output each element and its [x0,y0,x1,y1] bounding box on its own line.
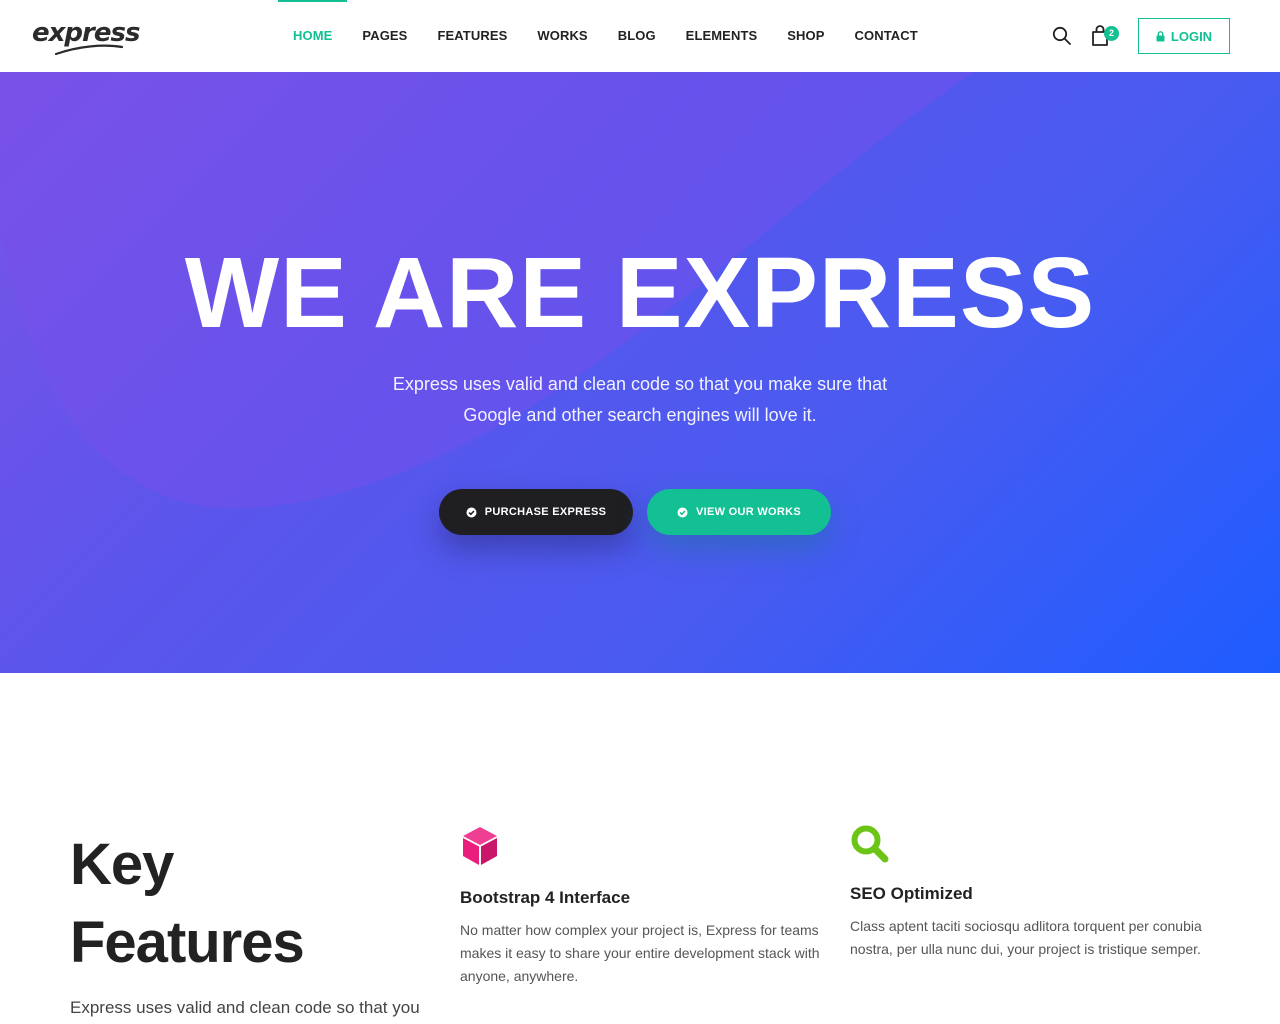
login-button[interactable]: LOGIN [1138,18,1230,54]
purchase-express-button[interactable]: PURCHASE EXPRESS [439,489,633,535]
hero-subtitle-line: Express uses valid and clean code so tha… [392,374,888,394]
login-label: LOGIN [1170,28,1213,44]
key-features-title-line: Features [70,910,305,975]
nav-item-pages[interactable]: PAGES [347,0,422,72]
nav-item-blog[interactable]: BLOG [603,0,671,72]
nav-item-home[interactable]: HOME [278,0,348,72]
hero-subtitle: Express uses valid and clean code so tha… [370,369,910,431]
nav-item-features[interactable]: FEATURES [422,0,522,72]
key-features-description: Express uses valid and clean code so tha… [70,998,420,1017]
feature-card-seo: SEO Optimized Class aptent taciti socios… [850,824,1220,961]
feature-text: No matter how complex your project is, E… [460,922,820,984]
main-nav: HOME PAGES FEATURES WORKS BLOG ELEMENTS … [278,0,933,72]
purchase-express-label: PURCHASE EXPRESS [484,506,607,518]
magnifier-icon [851,825,889,863]
view-our-works-button[interactable]: VIEW OUR WORKS [647,489,831,535]
site-header: express HOME PAGES FEATURES WORKS BLOG E… [0,0,1280,72]
check-circle-icon [677,507,688,517]
hero-section: WE ARE EXPRESS Express uses valid and cl… [0,72,1280,673]
nav-item-works[interactable]: WORKS [522,0,602,72]
logo[interactable]: express [32,18,140,58]
feature-card-bootstrap: Bootstrap 4 Interface No matter how comp… [460,826,830,988]
search-icon[interactable] [1052,26,1072,46]
feature-title: Bootstrap 4 Interface [460,888,631,907]
lock-icon [1156,30,1165,41]
view-our-works-label: VIEW OUR WORKS [695,506,802,518]
feature-title: SEO Optimized [850,884,973,903]
feature-text: Class aptent taciti sociosqu adlitora to… [850,918,1202,957]
check-circle-icon [466,507,477,517]
nav-item-elements[interactable]: ELEMENTS [671,0,773,72]
cube-icon [463,827,497,865]
hero-subtitle-line: Google and other search engines will lov… [463,405,817,425]
cart-count-badge: 2 [1104,26,1119,41]
key-features-title-line: Key [70,832,174,897]
nav-item-shop[interactable]: SHOP [772,0,839,72]
nav-item-contact[interactable]: CONTACT [840,0,933,72]
hero-title: WE ARE EXPRESS [184,237,1096,349]
key-features-title: Key Features [70,826,400,982]
logo-swoosh [54,44,124,56]
